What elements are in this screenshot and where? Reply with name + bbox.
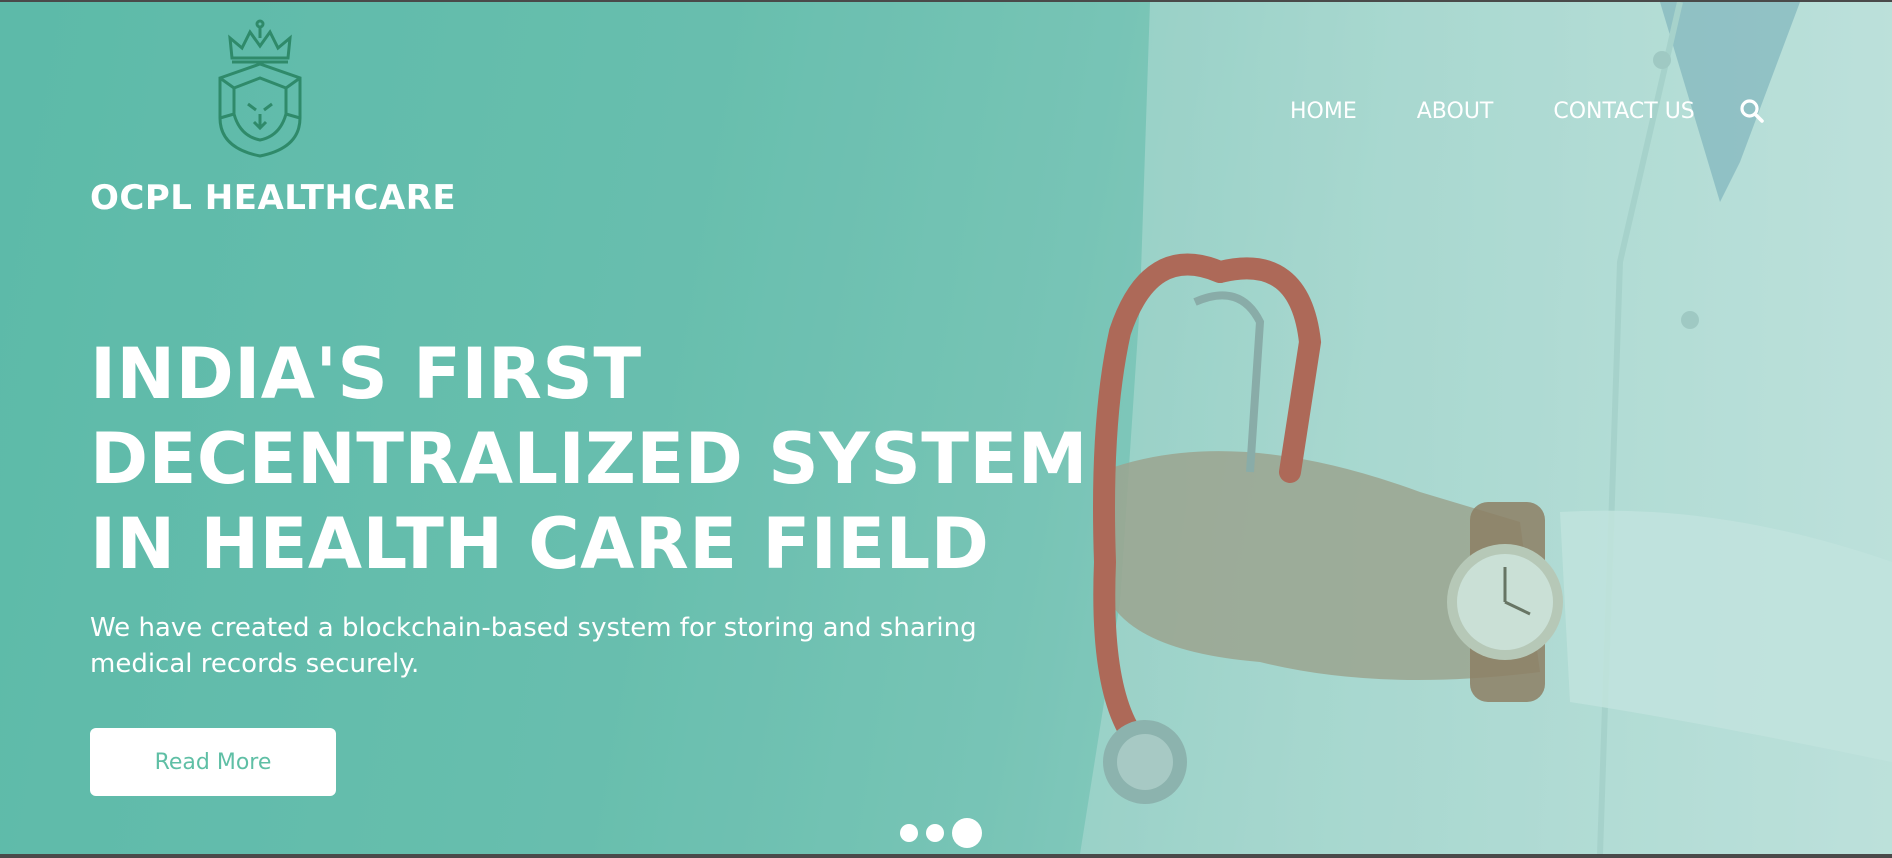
hero-headline: INDIA'S FIRST DECENTRALIZED SYSTEM IN HE…	[90, 332, 1088, 587]
search-icon[interactable]	[1739, 98, 1765, 124]
main-nav: HOME ABOUT CONTACT US	[1290, 98, 1765, 124]
nav-item-home[interactable]: HOME	[1290, 99, 1357, 124]
nav-item-about[interactable]: ABOUT	[1417, 99, 1494, 124]
hero-section: OCPL HEALTHCARE HOME ABOUT CONTACT US IN…	[0, 2, 1892, 854]
headline-line-3: IN HEALTH CARE FIELD	[90, 503, 990, 585]
nav-item-contact-us[interactable]: CONTACT US	[1553, 99, 1694, 124]
lion-crown-icon	[218, 19, 302, 158]
carousel-dot-1[interactable]	[900, 824, 918, 842]
headline-line-2: DECENTRALIZED SYSTEM	[90, 418, 1088, 500]
headline-line-1: INDIA'S FIRST	[90, 333, 642, 415]
brand-name[interactable]: OCPL HEALTHCARE	[90, 178, 456, 218]
hero-subtext: We have created a blockchain-based syste…	[90, 613, 977, 679]
carousel-dot-3-active[interactable]	[952, 818, 982, 848]
read-more-button[interactable]: Read More	[90, 728, 336, 796]
carousel-indicators	[900, 818, 982, 848]
carousel-dot-2[interactable]	[926, 824, 944, 842]
